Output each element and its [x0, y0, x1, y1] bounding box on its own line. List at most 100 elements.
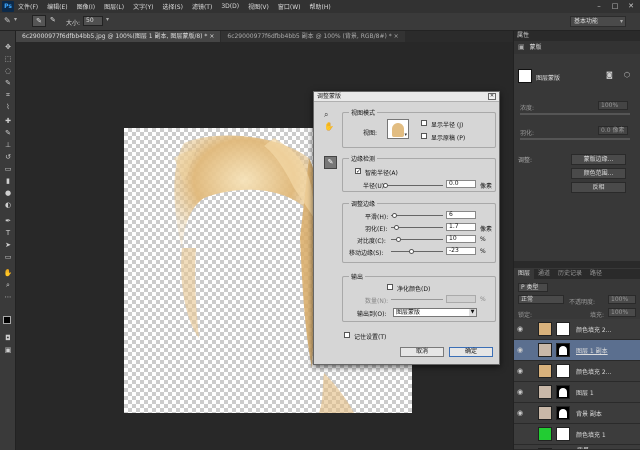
- layer-row[interactable]: 背景: [514, 445, 640, 450]
- menu-select[interactable]: 选择(S): [162, 2, 183, 11]
- layer-row[interactable]: ◉ 颜色填充 2...: [514, 361, 640, 382]
- layer-row[interactable]: ◉ 颜色填充 2...: [514, 319, 640, 340]
- eye-icon[interactable]: ◉: [517, 346, 525, 354]
- brush-tool-icon[interactable]: ✎: [4, 16, 14, 26]
- layer-filter-kind[interactable]: P 类型: [518, 283, 548, 292]
- cancel-button[interactable]: 取消: [400, 347, 444, 357]
- layer-row[interactable]: ◉ 背景 副本: [514, 403, 640, 424]
- decontaminate-checkbox[interactable]: [387, 284, 393, 290]
- brush-tool-icon[interactable]: ✎: [3, 129, 13, 137]
- eye-icon[interactable]: ◉: [517, 409, 525, 417]
- radius-slider-knob[interactable]: [383, 183, 388, 188]
- density-field[interactable]: 100%: [598, 101, 628, 110]
- dodge-tool-icon[interactable]: ◐: [3, 201, 13, 209]
- tab-history[interactable]: 历史记录: [554, 269, 586, 279]
- tab-paths[interactable]: 路径: [586, 269, 606, 279]
- eye-icon[interactable]: ◉: [517, 388, 525, 396]
- layer-row[interactable]: ◉ 图层 1: [514, 382, 640, 403]
- chevron-down-icon[interactable]: ▾: [14, 16, 17, 23]
- menu-3d[interactable]: 3D(D): [221, 3, 239, 10]
- screen-mode-icon[interactable]: ▣: [3, 346, 13, 354]
- remember-settings-checkbox[interactable]: [344, 332, 350, 338]
- marquee-tool-icon[interactable]: ⬚: [3, 55, 13, 63]
- eye-icon[interactable]: ◉: [517, 367, 525, 375]
- size-field[interactable]: 50: [83, 16, 103, 26]
- shape-tool-icon[interactable]: ▭: [3, 253, 13, 261]
- radius-slider[interactable]: [383, 183, 443, 188]
- erase-refinements-icon[interactable]: ✎: [50, 16, 56, 24]
- path-select-tool-icon[interactable]: ➤: [3, 241, 13, 249]
- menu-window[interactable]: 窗口(W): [278, 2, 301, 11]
- shift-edge-slider-knob[interactable]: [409, 249, 414, 254]
- feather-slider[interactable]: [391, 225, 443, 230]
- amount-field[interactable]: [446, 295, 476, 303]
- radius-field[interactable]: 0.0: [446, 180, 476, 188]
- maximize-button[interactable]: □: [608, 1, 622, 11]
- chevron-down-icon[interactable]: ▾: [106, 16, 109, 23]
- feather-slider[interactable]: [520, 138, 630, 140]
- brush-preset-icon[interactable]: ✎: [32, 15, 46, 27]
- menu-layer[interactable]: 图层(L): [104, 2, 124, 11]
- menu-help[interactable]: 帮助(H): [310, 2, 331, 11]
- close-icon[interactable]: ×: [209, 33, 214, 40]
- blur-tool-icon[interactable]: ●: [3, 189, 13, 197]
- pen-tool-icon[interactable]: ✒: [3, 217, 13, 225]
- eraser-tool-icon[interactable]: ▭: [3, 165, 13, 173]
- menu-type[interactable]: 文字(Y): [133, 2, 153, 11]
- move-tool-icon[interactable]: ✥: [3, 43, 13, 51]
- pixel-mask-icon[interactable]: ◙: [606, 71, 613, 79]
- mask-edge-button[interactable]: 蒙版边缘...: [571, 154, 626, 165]
- color-range-button[interactable]: 颜色范围...: [571, 168, 626, 179]
- menu-filter[interactable]: 滤镜(T): [192, 2, 212, 11]
- foreground-color-swatch[interactable]: [3, 316, 11, 324]
- minimize-button[interactable]: –: [592, 1, 606, 11]
- close-button[interactable]: ✕: [624, 1, 638, 11]
- density-slider[interactable]: [520, 113, 630, 115]
- vector-mask-icon[interactable]: ⬡: [624, 71, 630, 79]
- eye-icon[interactable]: [517, 430, 525, 438]
- crop-tool-icon[interactable]: ⌗: [3, 91, 13, 99]
- refine-radius-tool-icon[interactable]: ✎: [324, 156, 337, 169]
- type-tool-icon[interactable]: T: [3, 229, 13, 237]
- feather-field[interactable]: 0.0 像素: [598, 126, 628, 135]
- contrast-field[interactable]: 10: [446, 235, 476, 243]
- hand-tool-icon[interactable]: ✋: [3, 269, 13, 277]
- close-icon[interactable]: ✕: [488, 93, 496, 100]
- shift-edge-slider[interactable]: [391, 249, 443, 254]
- tab-channels[interactable]: 通道: [534, 269, 554, 279]
- hand-tool-icon[interactable]: ✋: [324, 122, 334, 131]
- tab-document-2[interactable]: 6c29000977f6dfbb4bb5 副本 @ 100% (背景, RGB/…: [221, 31, 405, 42]
- fill-field[interactable]: 100%: [608, 308, 636, 317]
- show-radius-checkbox[interactable]: [421, 120, 427, 126]
- invert-button[interactable]: 反相: [571, 182, 626, 193]
- layer-row[interactable]: 颜色填充 1: [514, 424, 640, 445]
- tab-document-1[interactable]: 6c29000977f6dfbb4bb5.jpg @ 100%(图层 1 副本,…: [16, 31, 221, 42]
- amount-slider[interactable]: [391, 299, 443, 300]
- workspace-select[interactable]: 基本功能 ▾: [570, 16, 626, 27]
- healing-tool-icon[interactable]: ✚: [3, 117, 13, 125]
- quick-select-tool-icon[interactable]: ✎: [3, 79, 13, 87]
- menu-view[interactable]: 视图(V): [248, 2, 269, 11]
- more-tools-icon[interactable]: ⋯: [3, 293, 13, 301]
- view-mode-preview[interactable]: ▾: [387, 119, 409, 139]
- zoom-tool-icon[interactable]: ⌕: [324, 110, 328, 120]
- feather-field[interactable]: 1.7: [446, 223, 476, 231]
- layer-row-selected[interactable]: ◉ 图层 1 副本: [514, 340, 640, 361]
- quick-mask-icon[interactable]: ◘: [3, 334, 13, 342]
- zoom-tool-icon[interactable]: ⌕: [3, 281, 13, 289]
- smooth-slider[interactable]: [391, 213, 443, 218]
- smooth-field[interactable]: 6: [446, 211, 476, 219]
- feather-slider-knob[interactable]: [394, 225, 399, 230]
- contrast-slider[interactable]: [391, 237, 443, 242]
- gradient-tool-icon[interactable]: ▮: [3, 177, 13, 185]
- menu-edit[interactable]: 编辑(E): [47, 2, 67, 11]
- contrast-slider-knob[interactable]: [396, 237, 401, 242]
- menu-image[interactable]: 图像(I): [77, 2, 95, 11]
- opacity-field[interactable]: 100%: [608, 295, 636, 304]
- smooth-slider-knob[interactable]: [392, 213, 397, 218]
- ok-button[interactable]: 确定: [449, 347, 493, 357]
- stamp-tool-icon[interactable]: ⊥: [3, 141, 13, 149]
- lasso-tool-icon[interactable]: ◌: [3, 67, 13, 75]
- smart-radius-checkbox[interactable]: ✓: [355, 168, 361, 175]
- shift-edge-field[interactable]: -23: [446, 247, 476, 255]
